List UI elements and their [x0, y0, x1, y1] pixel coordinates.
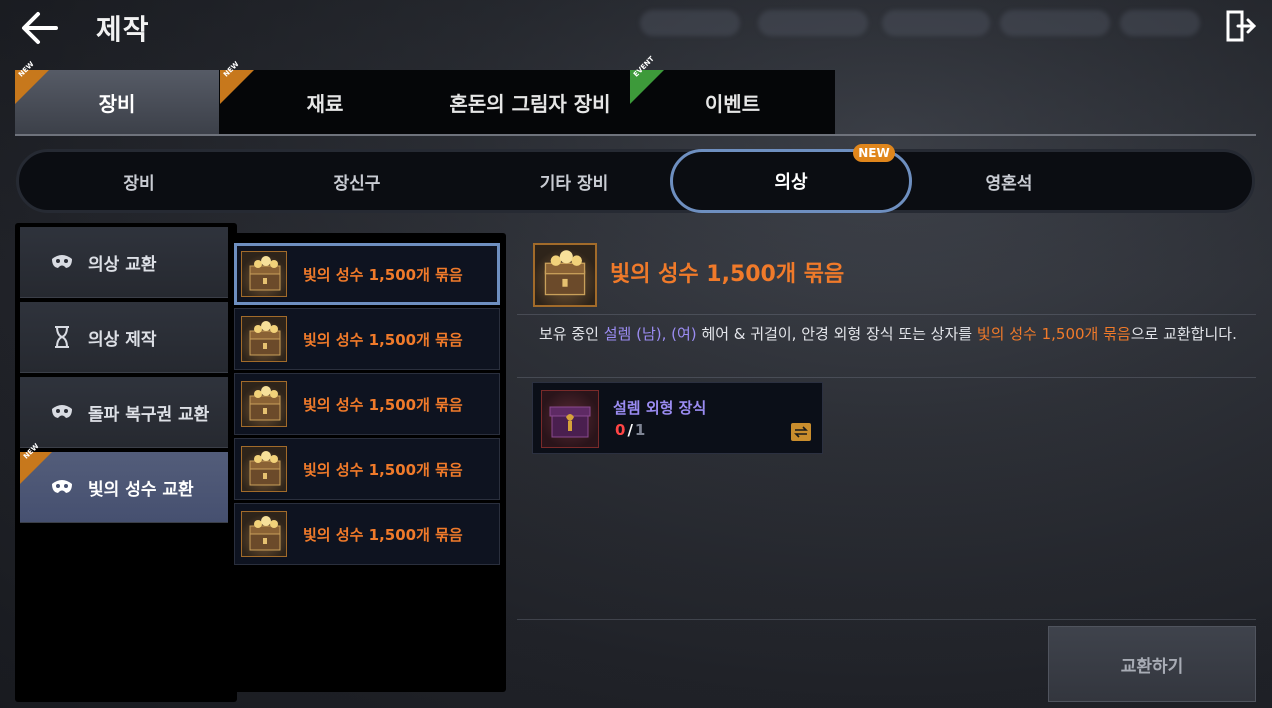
list-item[interactable]: 빛의 성수 1,500개 묶음 — [234, 503, 500, 565]
new-badge: NEW — [220, 60, 254, 104]
tab-divider — [15, 134, 1256, 136]
sub-tab-equipment[interactable]: 장비 — [39, 152, 239, 210]
treasure-chest-icon — [241, 381, 287, 427]
exchange-button[interactable]: 교환하기 — [1048, 626, 1256, 702]
mask-icon — [48, 400, 76, 424]
list-item[interactable]: 빛의 성수 1,500개 묶음 — [234, 438, 500, 500]
main-tab-materials[interactable]: NEW 재료 — [220, 60, 430, 134]
main-tab-chaos-shadow[interactable]: 혼돈의 그림자 장비 — [430, 70, 630, 134]
treasure-chest-icon — [241, 511, 287, 557]
material-card[interactable]: 설렘 외형 장식 0/1 — [532, 382, 823, 454]
divider — [517, 314, 1256, 315]
treasure-chest-icon — [241, 251, 287, 297]
new-badge: NEW — [853, 144, 895, 162]
page-title: 제작 — [96, 13, 150, 46]
menu-item-label: 돌파 복구권 교환 — [88, 404, 210, 425]
item-label: 빛의 성수 1,500개 묶음 — [303, 395, 463, 414]
swap-icon[interactable] — [791, 423, 811, 441]
sub-tab-bar: 장비 장신구 기타 장비 의상 영혼석 — [16, 149, 1255, 213]
list-item[interactable]: 빛의 성수 1,500개 묶음 — [234, 243, 500, 305]
menu-item-costume-exchange[interactable]: 의상 교환 — [20, 227, 228, 298]
currency-bar — [882, 10, 990, 36]
item-label: 빛의 성수 1,500개 묶음 — [303, 330, 463, 349]
list-item[interactable]: 빛의 성수 1,500개 묶음 — [234, 373, 500, 435]
main-tab-equipment[interactable]: NEW 장비 — [15, 60, 219, 134]
currency-bar — [640, 10, 740, 36]
mask-icon — [48, 250, 76, 274]
menu-item-label: 의상 교환 — [88, 254, 157, 275]
new-badge: NEW — [15, 60, 49, 104]
costume-box-icon — [541, 390, 599, 448]
material-count: 0/1 — [615, 421, 646, 439]
menu-item-breakthrough-exchange[interactable]: 돌파 복구권 교환 — [20, 377, 228, 448]
event-badge: EVENT — [630, 55, 664, 104]
currency-bar — [758, 10, 868, 36]
exit-icon[interactable] — [1226, 10, 1256, 42]
main-tab-label: 이벤트 — [704, 91, 761, 116]
main-tab-event[interactable]: EVENT 이벤트 — [630, 55, 835, 134]
sub-tab-soulstone[interactable]: 영혼석 — [909, 152, 1109, 210]
item-list: 빛의 성수 1,500개 묶음 빛의 성수 1,500개 묶음 빛의 성수 1,… — [232, 233, 506, 692]
menu-item-label: 의상 제작 — [88, 329, 157, 350]
hourglass-icon — [48, 325, 76, 349]
menu-item-label: 빛의 성수 교환 — [88, 479, 194, 500]
main-tab-bar: NEW 장비 NEW 재료 혼돈의 그림자 장비 EVENT 이벤트 — [15, 55, 835, 134]
new-badge: NEW — [20, 442, 52, 484]
divider — [517, 619, 1256, 620]
menu-item-costume-craft[interactable]: 의상 제작 — [20, 302, 228, 373]
sub-tab-other-equipment[interactable]: 기타 장비 — [474, 152, 674, 210]
list-item[interactable]: 빛의 성수 1,500개 묶음 — [234, 308, 500, 370]
currency-bar — [1000, 10, 1110, 36]
main-tab-label: 장비 — [98, 91, 136, 116]
detail-description: 보유 중인 설렘 (남), (여) 헤어 & 귀걸이, 안경 외형 장식 또는 … — [539, 325, 1237, 343]
item-label: 빛의 성수 1,500개 묶음 — [303, 265, 463, 284]
sub-tab-accessory[interactable]: 장신구 — [257, 152, 457, 210]
treasure-chest-icon — [241, 446, 287, 492]
menu-item-holy-water-exchange[interactable]: NEW 빛의 성수 교환 — [20, 442, 228, 523]
main-tab-label: 혼돈의 그림자 장비 — [449, 91, 611, 116]
treasure-chest-icon — [533, 243, 597, 307]
mask-icon — [48, 475, 76, 499]
category-menu: 의상 교환 의상 제작 돌파 복구권 교환 NEW 빛의 성수 교환 — [15, 223, 237, 702]
back-arrow-icon[interactable] — [20, 10, 60, 46]
detail-title: 빛의 성수 1,500개 묶음 — [610, 262, 845, 287]
item-label: 빛의 성수 1,500개 묶음 — [303, 460, 463, 479]
item-label: 빛의 성수 1,500개 묶음 — [303, 525, 463, 544]
currency-bar — [1120, 10, 1200, 36]
main-tab-label: 재료 — [306, 91, 344, 116]
treasure-chest-icon — [241, 316, 287, 362]
material-name: 설렘 외형 장식 — [613, 399, 707, 417]
divider — [517, 377, 1256, 378]
